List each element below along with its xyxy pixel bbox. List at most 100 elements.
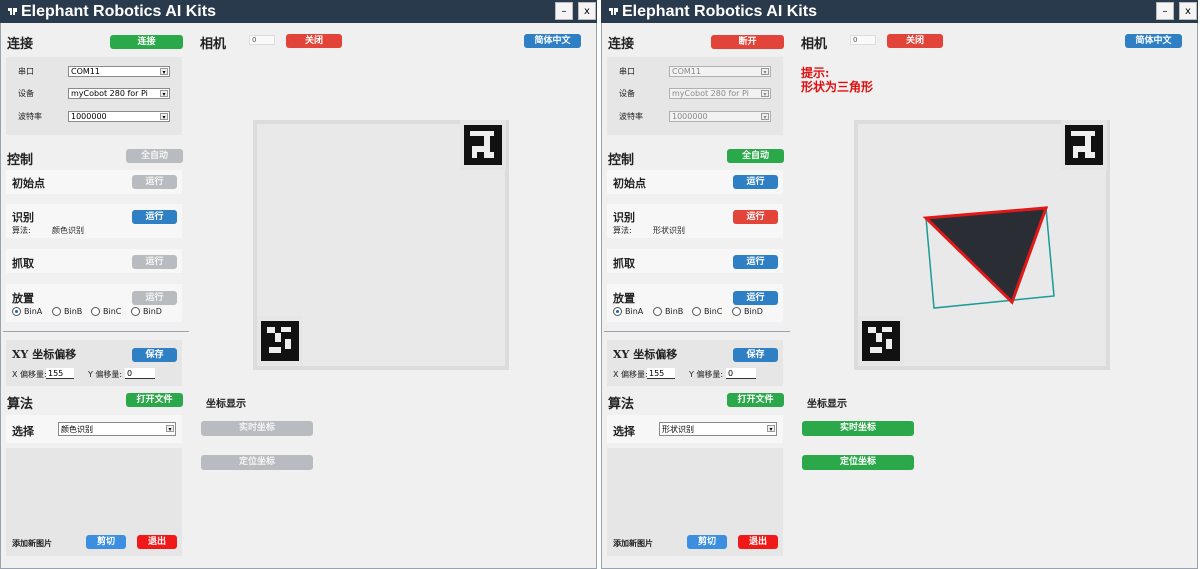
recognize-label: 识别: [12, 211, 34, 224]
realtime-coords-button[interactable]: 实时坐标: [201, 421, 313, 436]
chevron-down-icon: ▾: [160, 90, 168, 98]
title-bar: Elephant Robotics AI Kits – x: [0, 0, 597, 23]
device-select[interactable]: myCobot 280 for Pi ▾: [68, 88, 170, 99]
device-value: myCobot 280 for Pi: [71, 89, 148, 98]
aruco-marker-top-right: [460, 120, 506, 170]
bin-c-radio[interactable]: [91, 307, 100, 316]
disconnect-button[interactable]: 断开: [711, 35, 784, 49]
cut-button[interactable]: 剪切: [687, 535, 727, 549]
open-file-button[interactable]: 打开文件: [727, 393, 784, 407]
y-offset-label: Y 偏移量:: [689, 370, 724, 379]
serial-port-select[interactable]: COM11 ▾: [68, 66, 170, 77]
algorithm-select[interactable]: 形状识别 ▾: [659, 422, 777, 436]
y-offset-input[interactable]: 0: [125, 368, 155, 379]
x-offset-input[interactable]: 155: [46, 368, 74, 379]
add-image-label: 添加新图片: [613, 539, 653, 548]
place-run-button[interactable]: 运行: [733, 291, 778, 305]
place-run-button[interactable]: 运行: [132, 291, 177, 305]
camera-toggle[interactable]: 0: [850, 35, 876, 45]
minimize-button[interactable]: –: [1156, 2, 1174, 20]
grab-run-button[interactable]: 运行: [132, 255, 177, 269]
chevron-down-icon: ▾: [160, 113, 168, 121]
device-label: 设备: [18, 89, 34, 98]
cut-button[interactable]: 剪切: [86, 535, 126, 549]
bin-d-radio[interactable]: [732, 307, 741, 316]
chevron-down-icon: ▾: [166, 425, 174, 433]
algorithm-value: 颜色识别: [52, 226, 84, 235]
device-value: myCobot 280 for Pi: [672, 89, 749, 98]
coords-heading: 坐标显示: [206, 399, 246, 410]
save-offset-button[interactable]: 保存: [733, 348, 778, 362]
open-file-button[interactable]: 打开文件: [126, 393, 183, 407]
camera-heading: 相机: [801, 37, 828, 52]
algorithm-select-value: 形状识别: [662, 425, 694, 434]
offset-heading: XY 坐标偏移: [613, 348, 678, 361]
camera-close-button[interactable]: 关闭: [286, 34, 342, 48]
serial-port-value: COM11: [672, 67, 701, 76]
baud-value: 1000000: [672, 112, 708, 121]
bin-a-radio[interactable]: [12, 307, 21, 316]
x-offset-input[interactable]: 155: [647, 368, 675, 379]
chevron-down-icon: ▾: [767, 425, 775, 433]
chevron-down-icon: ▾: [761, 113, 769, 121]
close-window-button[interactable]: x: [578, 2, 596, 20]
auto-button[interactable]: 全自动: [727, 149, 784, 163]
exit-button[interactable]: 退出: [137, 535, 177, 549]
baud-select[interactable]: 1000000 ▾: [669, 111, 771, 122]
camera-heading: 相机: [200, 37, 227, 52]
recognize-run-button[interactable]: 运行: [733, 210, 778, 224]
bin-a-radio[interactable]: [613, 307, 622, 316]
bin-d-radio[interactable]: [131, 307, 140, 316]
minimize-button[interactable]: –: [555, 2, 573, 20]
camera-close-button[interactable]: 关闭: [887, 34, 943, 48]
camera-view: [253, 120, 509, 370]
y-offset-input[interactable]: 0: [726, 368, 756, 379]
divider: [3, 331, 189, 332]
realtime-coords-button[interactable]: 实时坐标: [802, 421, 914, 436]
baud-value: 1000000: [71, 112, 107, 121]
bin-c-radio[interactable]: [692, 307, 701, 316]
algorithm-heading: 算法: [7, 397, 34, 412]
init-run-button[interactable]: 运行: [132, 175, 177, 189]
bin-c-label: BinC: [103, 307, 122, 316]
close-window-button[interactable]: x: [1179, 2, 1197, 20]
algorithm-value: 形状识别: [653, 226, 685, 235]
recognize-label: 识别: [613, 211, 635, 224]
title-bar: Elephant Robotics AI Kits – x: [601, 0, 1198, 23]
init-run-button[interactable]: 运行: [733, 175, 778, 189]
elephant-logo-icon: [8, 8, 17, 15]
baud-label: 波特率: [619, 112, 643, 121]
language-button[interactable]: 简体中文: [524, 34, 581, 48]
bin-b-radio[interactable]: [52, 307, 61, 316]
camera-toggle[interactable]: 0: [249, 35, 275, 45]
divider: [604, 331, 790, 332]
serial-label: 串口: [18, 67, 34, 76]
grab-label: 抓取: [613, 257, 635, 270]
exit-button[interactable]: 退出: [738, 535, 778, 549]
bin-b-radio[interactable]: [653, 307, 662, 316]
save-offset-button[interactable]: 保存: [132, 348, 177, 362]
grab-run-button[interactable]: 运行: [733, 255, 778, 269]
camera-view: [854, 120, 1110, 370]
bin-d-label: BinD: [143, 307, 162, 316]
baud-label: 波特率: [18, 112, 42, 121]
locate-coords-button[interactable]: 定位坐标: [201, 455, 313, 470]
locate-coords-button[interactable]: 定位坐标: [802, 455, 914, 470]
serial-port-select[interactable]: COM11 ▾: [669, 66, 771, 77]
auto-button[interactable]: 全自动: [126, 149, 183, 163]
y-offset-label: Y 偏移量:: [88, 370, 123, 379]
algorithm-select[interactable]: 颜色识别 ▾: [58, 422, 176, 436]
app-title: Elephant Robotics AI Kits: [21, 3, 216, 20]
x-offset-label: X 偏移量:: [613, 370, 648, 379]
connect-button[interactable]: 连接: [110, 35, 183, 49]
bin-d-label: BinD: [744, 307, 763, 316]
language-button[interactable]: 简体中文: [1125, 34, 1182, 48]
recognize-run-button[interactable]: 运行: [132, 210, 177, 224]
add-image-label: 添加新图片: [12, 539, 52, 548]
device-select[interactable]: myCobot 280 for Pi ▾: [669, 88, 771, 99]
baud-select[interactable]: 1000000 ▾: [68, 111, 170, 122]
serial-label: 串口: [619, 67, 635, 76]
init-label: 初始点: [12, 177, 45, 190]
bin-a-label: BinA: [24, 307, 43, 316]
bin-b-label: BinB: [64, 307, 83, 316]
